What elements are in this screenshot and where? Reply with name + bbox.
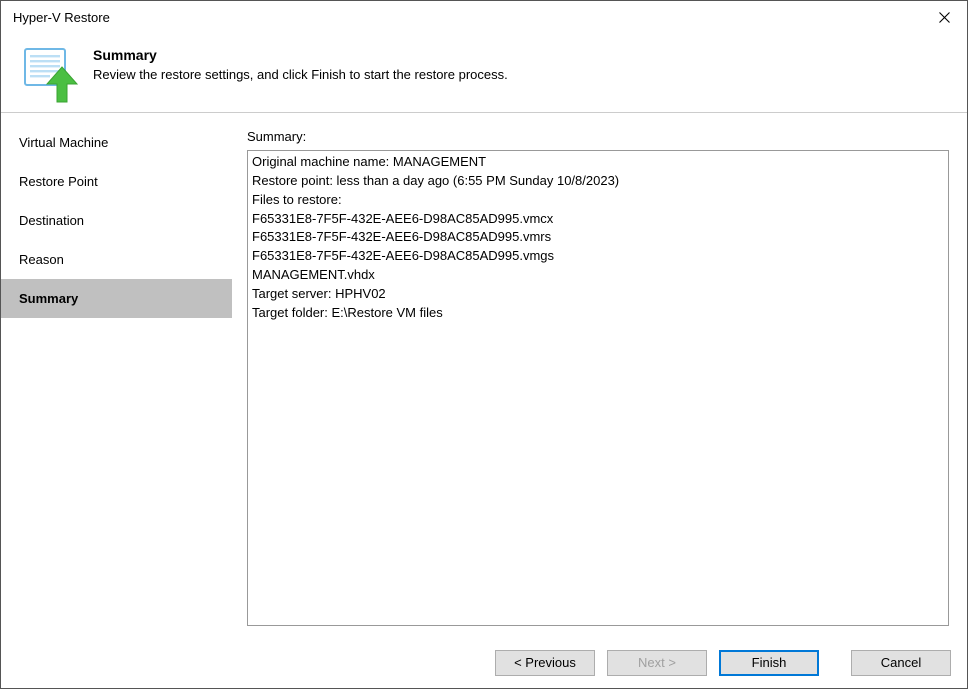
sidebar-item-label: Reason — [19, 252, 64, 267]
sidebar-item-label: Summary — [19, 291, 78, 306]
page-title: Summary — [93, 47, 508, 63]
page-subtitle: Review the restore settings, and click F… — [93, 67, 508, 82]
next-button: Next > — [607, 650, 707, 676]
summary-label: Summary: — [247, 129, 949, 144]
sidebar-item-summary[interactable]: Summary — [1, 279, 232, 318]
previous-button[interactable]: < Previous — [495, 650, 595, 676]
sidebar-item-label: Destination — [19, 213, 84, 228]
titlebar: Hyper-V Restore — [1, 1, 967, 33]
sidebar-item-label: Restore Point — [19, 174, 98, 189]
sidebar-item-virtual-machine[interactable]: Virtual Machine — [1, 123, 232, 162]
sidebar-item-label: Virtual Machine — [19, 135, 108, 150]
wizard-footer: < Previous Next > Finish Cancel — [1, 636, 967, 688]
close-button[interactable] — [921, 1, 967, 33]
sidebar-item-destination[interactable]: Destination — [1, 201, 232, 240]
close-icon — [939, 12, 950, 23]
sidebar-item-reason[interactable]: Reason — [1, 240, 232, 279]
main-content: Virtual Machine Restore Point Destinatio… — [1, 113, 967, 636]
wizard-header: Summary Review the restore settings, and… — [1, 33, 967, 113]
summary-textbox[interactable]: Original machine name: MANAGEMENT Restor… — [247, 150, 949, 626]
window-title: Hyper-V Restore — [13, 10, 110, 25]
header-text: Summary Review the restore settings, and… — [93, 47, 508, 82]
finish-button[interactable]: Finish — [719, 650, 819, 676]
content-panel: Summary: Original machine name: MANAGEME… — [233, 113, 967, 636]
cancel-button[interactable]: Cancel — [851, 650, 951, 676]
wizard-steps-sidebar: Virtual Machine Restore Point Destinatio… — [1, 113, 233, 636]
sidebar-item-restore-point[interactable]: Restore Point — [1, 162, 232, 201]
restore-icon — [19, 47, 79, 103]
